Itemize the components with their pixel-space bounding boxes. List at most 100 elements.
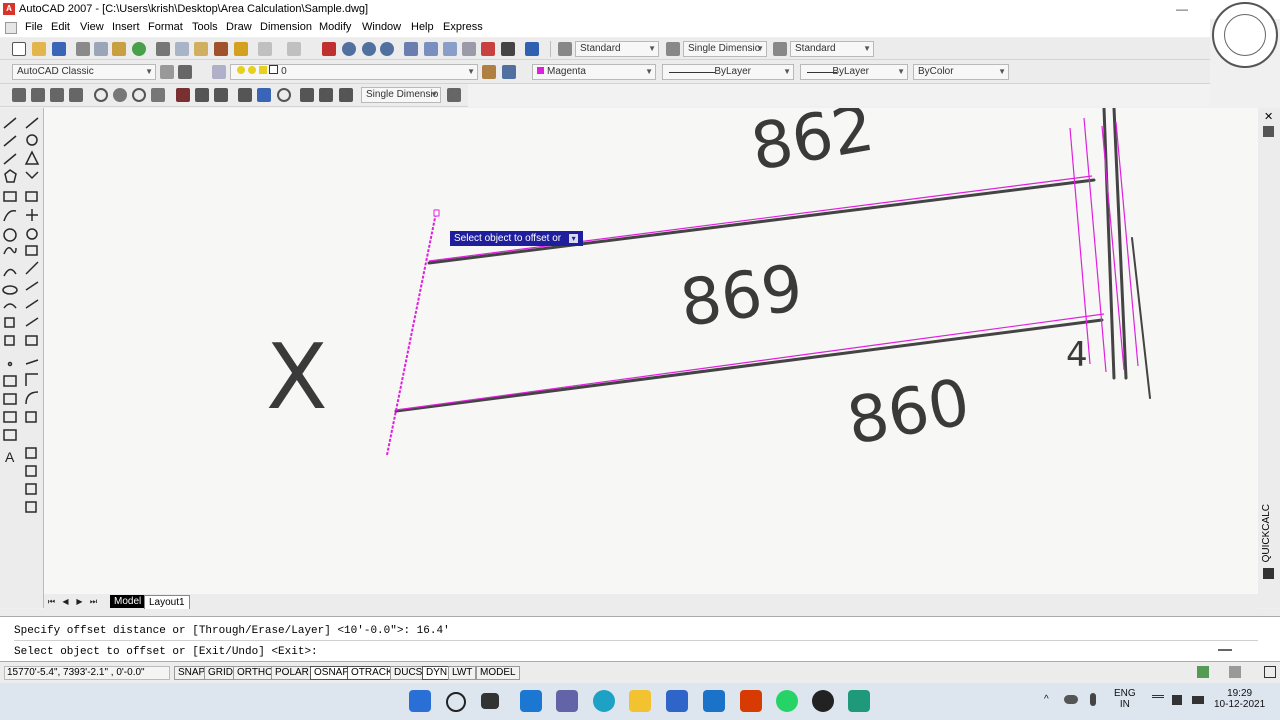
menu-draw[interactable]: Draw [226,21,252,33]
menu-express[interactable]: Express [443,21,483,33]
linetype-select[interactable]: ByLayer ▼ [662,64,794,80]
wifi-icon[interactable] [1152,695,1164,706]
search-icon[interactable] [446,692,466,712]
tolerance-icon[interactable] [257,88,271,102]
dimension-text-edit-icon[interactable] [319,88,333,102]
close-icon[interactable]: ✕ [1264,110,1273,123]
menu-view[interactable]: View [80,21,104,33]
markup-icon[interactable] [481,42,495,56]
3d-dwf-icon[interactable] [132,42,146,56]
match-properties-icon[interactable] [214,42,228,56]
radius-icon[interactable] [94,88,108,102]
dimension-update-icon[interactable] [339,88,353,102]
autocad-taskbar-icon[interactable] [848,690,870,712]
command-window[interactable]: Specify offset distance or [Through/Eras… [0,616,1280,662]
zoom-previous-icon[interactable] [380,42,394,56]
tab-layout1[interactable]: Layout1 [144,595,190,610]
make-layer-current-icon[interactable] [482,65,496,79]
sheet-set-icon[interactable] [462,42,476,56]
paste-icon[interactable] [194,42,208,56]
undo-icon[interactable] [258,42,272,56]
plotstyle-select[interactable]: ByColor ▼ [913,64,1009,80]
menu-help[interactable]: Help [411,21,434,33]
help-icon[interactable] [525,42,539,56]
menu-tools[interactable]: Tools [192,21,218,33]
menu-format[interactable]: Format [148,21,183,33]
file-explorer-icon[interactable] [629,690,651,712]
dimension-style-icon[interactable] [447,88,461,102]
command-prompt[interactable]: Select object to offset or [Exit/Undo] <… [14,646,318,658]
save-icon[interactable] [52,42,66,56]
properties-icon[interactable] [404,42,418,56]
lwt-toggle[interactable]: LWT [448,666,477,680]
widgets-icon[interactable] [520,690,542,712]
palette-menu-icon[interactable] [1263,568,1274,579]
jogged-icon[interactable] [113,88,127,102]
dim-style-select[interactable]: Single Dimensio ▼ [683,41,767,57]
language-indicator[interactable]: ENG IN [1114,688,1136,710]
whatsapp-icon[interactable] [776,690,798,712]
drawing-canvas[interactable]: 862 869 860 X 4 [44,108,1258,594]
diameter-icon[interactable] [132,88,146,102]
grip-point[interactable] [433,209,440,217]
leader-icon[interactable] [238,88,252,102]
edge-icon[interactable] [593,690,615,712]
start-icon[interactable] [409,690,431,712]
dyn-toggle[interactable]: DYN [422,666,452,680]
minimize-button[interactable]: — [1176,2,1188,16]
plot-preview-icon[interactable] [94,42,108,56]
document-icon[interactable] [5,22,17,34]
arc-length-icon[interactable] [50,88,64,102]
tray-overflow-icon[interactable]: ^ [1044,694,1049,705]
palette-properties-icon[interactable] [1263,126,1274,137]
workspace-settings-icon[interactable] [160,65,174,79]
mail-icon[interactable] [703,690,725,712]
arrow-down-icon[interactable]: ▾ [569,234,579,243]
center-mark-icon[interactable] [277,88,291,102]
microphone-icon[interactable] [1090,693,1096,706]
table-style-icon[interactable] [773,42,787,56]
battery-icon[interactable] [1192,696,1204,704]
quick-dimension-icon[interactable] [176,88,190,102]
office-icon[interactable] [740,690,762,712]
volume-icon[interactable] [1172,695,1182,705]
menu-file[interactable]: File [25,21,43,33]
toolbar-lock-icon[interactable] [1229,666,1241,678]
autocad-app-icon[interactable]: A [3,3,15,15]
task-view-icon[interactable] [481,693,499,709]
lineweight-select[interactable]: ByLayer ▼ [800,64,908,80]
command-minimize-icon[interactable] [1218,649,1232,651]
color-select[interactable]: Magenta ▼ [532,64,656,80]
tool-palettes-icon[interactable] [443,42,457,56]
onedrive-icon[interactable] [1064,695,1078,704]
pan-icon[interactable] [322,42,336,56]
cut-icon[interactable] [156,42,170,56]
menu-dimension[interactable]: Dimension [260,21,312,33]
model-toggle[interactable]: MODEL [476,666,520,680]
communication-center-icon[interactable] [1197,666,1209,678]
continue-icon[interactable] [214,88,228,102]
block-editor-icon[interactable] [234,42,248,56]
dimension-edit-icon[interactable] [300,88,314,102]
clock[interactable]: 19:29 10-12-2021 [1214,688,1265,710]
prev-tab-icon[interactable]: ◀ [60,596,71,607]
layer-select[interactable]: 0 ▼ [230,64,478,80]
zoom-realtime-icon[interactable] [342,42,356,56]
polar-toggle[interactable]: POLAR [271,666,313,680]
text-style-select[interactable]: Standard ▼ [575,41,659,57]
quickcalc-icon[interactable] [501,42,515,56]
my-workspace-icon[interactable] [178,65,192,79]
copy-icon[interactable] [175,42,189,56]
dim-style-select-2[interactable]: Single Dimensio ▼ [361,87,441,103]
menu-edit[interactable]: Edit [51,21,70,33]
menu-insert[interactable]: Insert [112,21,140,33]
menu-modify[interactable]: Modify [319,21,351,33]
angular-icon[interactable] [151,88,165,102]
publish-icon[interactable] [112,42,126,56]
baseline-icon[interactable] [195,88,209,102]
first-tab-icon[interactable]: ⏮ [46,596,57,607]
store-icon[interactable] [666,690,688,712]
obs-icon[interactable] [812,690,834,712]
redo-icon[interactable] [287,42,301,56]
teams-chat-icon[interactable] [556,690,578,712]
